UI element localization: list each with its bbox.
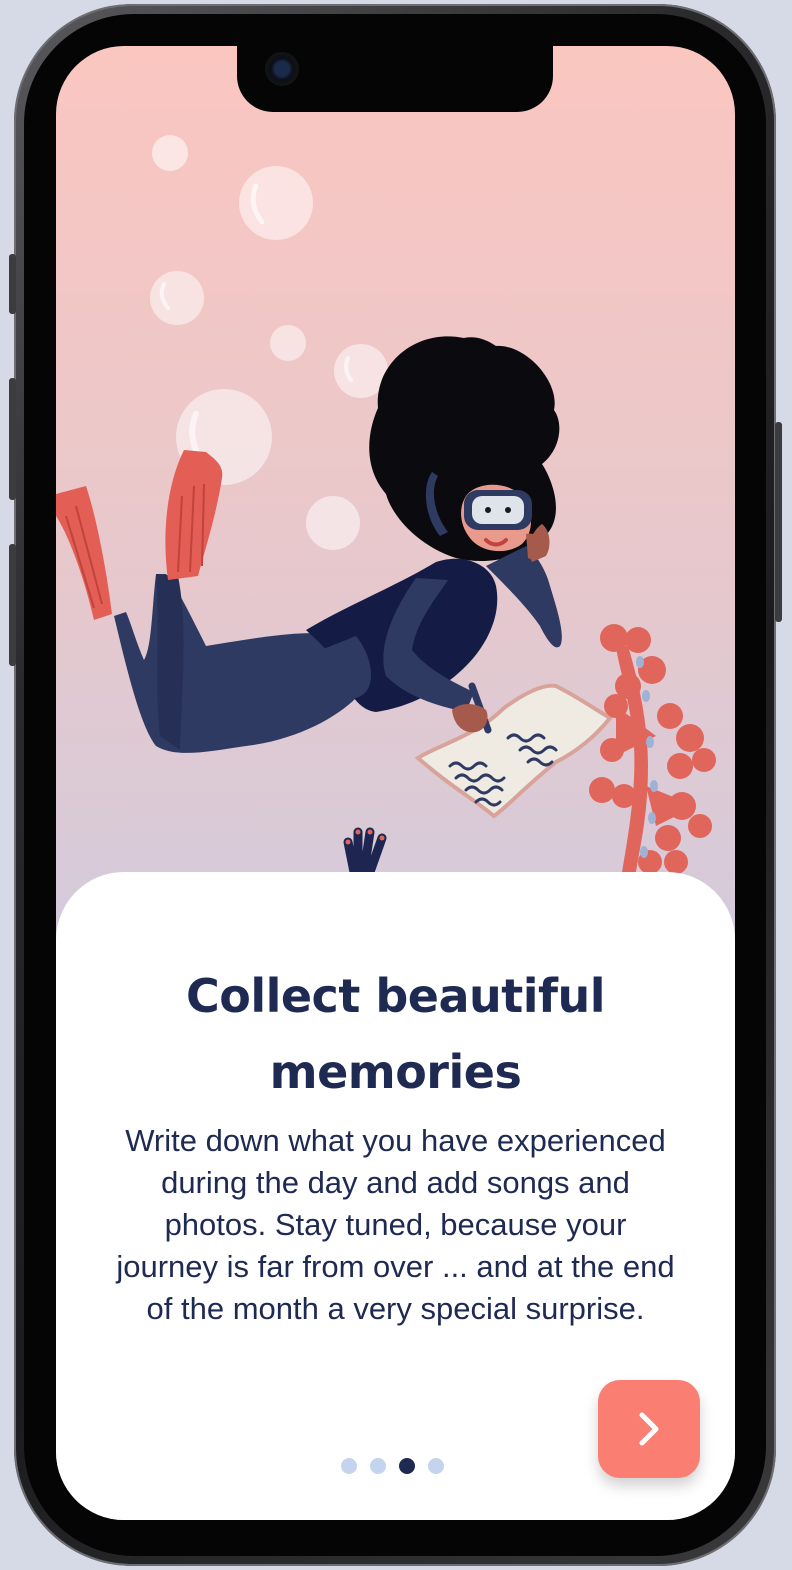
right-fin xyxy=(165,450,223,580)
next-button[interactable] xyxy=(598,1380,700,1478)
page-dot-2[interactable] xyxy=(370,1458,386,1474)
onboarding-screen: Collect beautiful memories Write down wh… xyxy=(56,46,735,1520)
coral xyxy=(589,624,716,874)
page-dot-4[interactable] xyxy=(428,1458,444,1474)
diver-illustration xyxy=(56,135,716,877)
page-indicator xyxy=(341,1458,444,1474)
notch xyxy=(237,46,553,112)
onboarding-card: Collect beautiful memories Write down wh… xyxy=(56,872,735,1520)
page-dot-1[interactable] xyxy=(341,1458,357,1474)
chevron-right-icon xyxy=(639,1412,659,1446)
page-dot-3-active[interactable] xyxy=(399,1458,415,1474)
dark-coral xyxy=(343,827,387,877)
onboarding-description: Write down what you have experienced dur… xyxy=(116,1123,675,1326)
phone-silent-switch xyxy=(9,254,16,314)
left-fin xyxy=(56,486,112,620)
phone-power-button xyxy=(775,422,782,622)
front-camera xyxy=(265,52,299,86)
raised-arm xyxy=(486,546,562,648)
phone-volume-up-button xyxy=(9,378,16,500)
phone-volume-down-button xyxy=(9,544,16,666)
onboarding-title: Collect beautiful memories xyxy=(185,969,606,1099)
